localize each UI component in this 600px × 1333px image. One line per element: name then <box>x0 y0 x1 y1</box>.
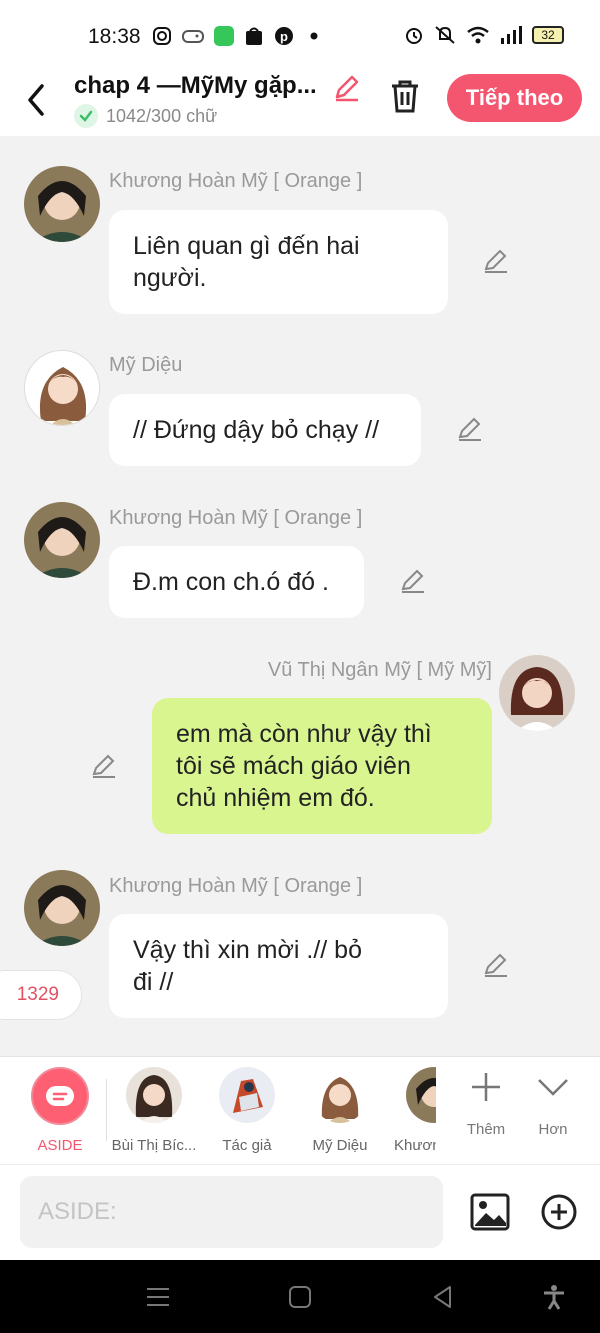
shop-icon <box>246 27 262 45</box>
character-bar: ASIDE Bùi Thị Bíc... Tác giả Mỹ Diệu Khư… <box>0 1056 600 1164</box>
message-line: tôi sẽ mách giáo viên <box>176 752 411 780</box>
chapter-title[interactable]: chap 4 —MỹMy gặp... <box>74 72 328 100</box>
next-button[interactable]: Tiếp theo <box>447 74 582 122</box>
aside-input[interactable] <box>20 1176 443 1248</box>
character-avatar <box>219 1067 275 1123</box>
orange-avatar[interactable] <box>24 502 100 578</box>
edit-message-icon[interactable] <box>90 751 118 779</box>
word-count-text: 1042/300 chữ <box>106 105 218 126</box>
sender-name: Mỹ Diệu <box>109 354 183 376</box>
edit-message-icon[interactable] <box>482 246 510 274</box>
home-icon[interactable] <box>287 1284 313 1310</box>
edit-message-icon[interactable] <box>482 950 510 978</box>
menu-icon[interactable] <box>145 1284 171 1310</box>
message-line: Vậy thì xin mời .// bỏ <box>133 936 362 964</box>
message-bubble[interactable]: Vậy thì xin mời .// bỏ đi // <box>109 914 448 1018</box>
check-icon <box>74 104 98 128</box>
chapter-header: chap 4 —MỹMy gặp... 1042/300 chữ Tiếp th… <box>0 70 600 136</box>
chevron-down-icon <box>538 1079 568 1096</box>
add-character-button[interactable]: Thêm <box>456 1069 516 1138</box>
more-button[interactable]: Hơn <box>523 1069 583 1138</box>
notification-icons: p <box>152 26 324 46</box>
message-line: Liên quan gì đến hai <box>133 232 360 260</box>
game-icon <box>182 30 204 43</box>
back-arrow-icon[interactable] <box>22 80 52 120</box>
pinterest-icon: p <box>275 27 293 45</box>
message-line: đi // <box>133 968 174 996</box>
message-bubble[interactable]: // Đứng dậy bỏ chạy // <box>109 394 421 466</box>
aside-icon <box>31 1067 89 1125</box>
sender-name: Khương Hoàn Mỹ [ Orange ] <box>109 875 363 897</box>
character-aside[interactable]: ASIDE <box>12 1067 108 1154</box>
character-item[interactable]: Mỹ Diệu <box>292 1067 388 1154</box>
more-label: Hơn <box>538 1121 568 1138</box>
status-time: 18:38 <box>88 25 141 48</box>
mute-icon <box>435 26 455 44</box>
message-line: em mà còn như vậy thì <box>176 720 432 748</box>
message-line: chủ nhiệm em đó. <box>176 784 375 812</box>
my-my-avatar[interactable] <box>499 655 575 731</box>
message-line: Đ.m con ch.ó đó . <box>133 568 329 596</box>
app-icon <box>214 26 234 46</box>
signal-icon <box>501 26 522 44</box>
system-nav-bar <box>0 1260 600 1333</box>
character-label: Bùi Thị Bíc... <box>111 1137 197 1154</box>
word-count: 1042/300 chữ <box>74 104 217 128</box>
svg-text:p: p <box>280 29 288 44</box>
edit-title-icon[interactable] <box>332 72 362 102</box>
message-line: người. <box>133 264 207 292</box>
orange-avatar[interactable] <box>24 166 100 242</box>
back-icon[interactable] <box>430 1284 456 1310</box>
accessibility-icon[interactable] <box>541 1284 567 1310</box>
edit-message-icon[interactable] <box>456 414 484 442</box>
sender-name: Khương Hoàn Mỹ [ Orange ] <box>109 507 363 529</box>
orange-avatar[interactable] <box>24 870 100 946</box>
message-counter[interactable]: 1329 <box>0 970 82 1020</box>
add-circle-icon[interactable] <box>540 1193 578 1231</box>
sender-name: Khương Hoàn Mỹ [ Orange ] <box>109 170 363 192</box>
character-label: Mỹ Diệu <box>312 1137 368 1154</box>
alarm-icon <box>406 28 422 44</box>
status-bar: 18:38 p 32 <box>0 0 600 70</box>
wifi-icon <box>467 26 489 44</box>
dot-icon <box>310 32 318 40</box>
message-bubble[interactable]: Đ.m con ch.ó đó . <box>109 546 364 618</box>
character-label: ASIDE <box>37 1137 83 1154</box>
input-bar <box>0 1164 600 1260</box>
battery-icon: 32 <box>532 26 564 44</box>
message-line: // Đứng dậy bỏ chạy // <box>133 416 380 444</box>
trash-icon[interactable] <box>388 78 422 114</box>
plus-icon <box>472 1073 500 1101</box>
edit-message-icon[interactable] <box>399 566 427 594</box>
add-label: Thêm <box>466 1121 506 1138</box>
image-icon[interactable] <box>470 1193 510 1231</box>
character-item[interactable]: Khươn <box>386 1067 436 1154</box>
instagram-icon <box>153 27 171 45</box>
sender-name: Vũ Thị Ngân Mỹ [ Mỹ Mỹ] <box>267 659 492 681</box>
my-dieu-avatar[interactable] <box>24 350 100 426</box>
character-label: Khươn <box>394 1137 436 1154</box>
character-avatar <box>312 1067 368 1123</box>
system-icons: 32 <box>404 25 564 45</box>
my-message-bubble[interactable]: em mà còn như vậy thì tôi sẽ mách giáo v… <box>152 698 492 834</box>
character-label: Tác giả <box>222 1137 272 1154</box>
character-item[interactable]: Bùi Thị Bíc... <box>106 1067 202 1154</box>
character-avatar <box>126 1067 182 1123</box>
message-bubble[interactable]: Liên quan gì đến hai người. <box>109 210 448 314</box>
character-avatar <box>406 1067 436 1123</box>
character-item[interactable]: Tác giả <box>199 1067 295 1154</box>
